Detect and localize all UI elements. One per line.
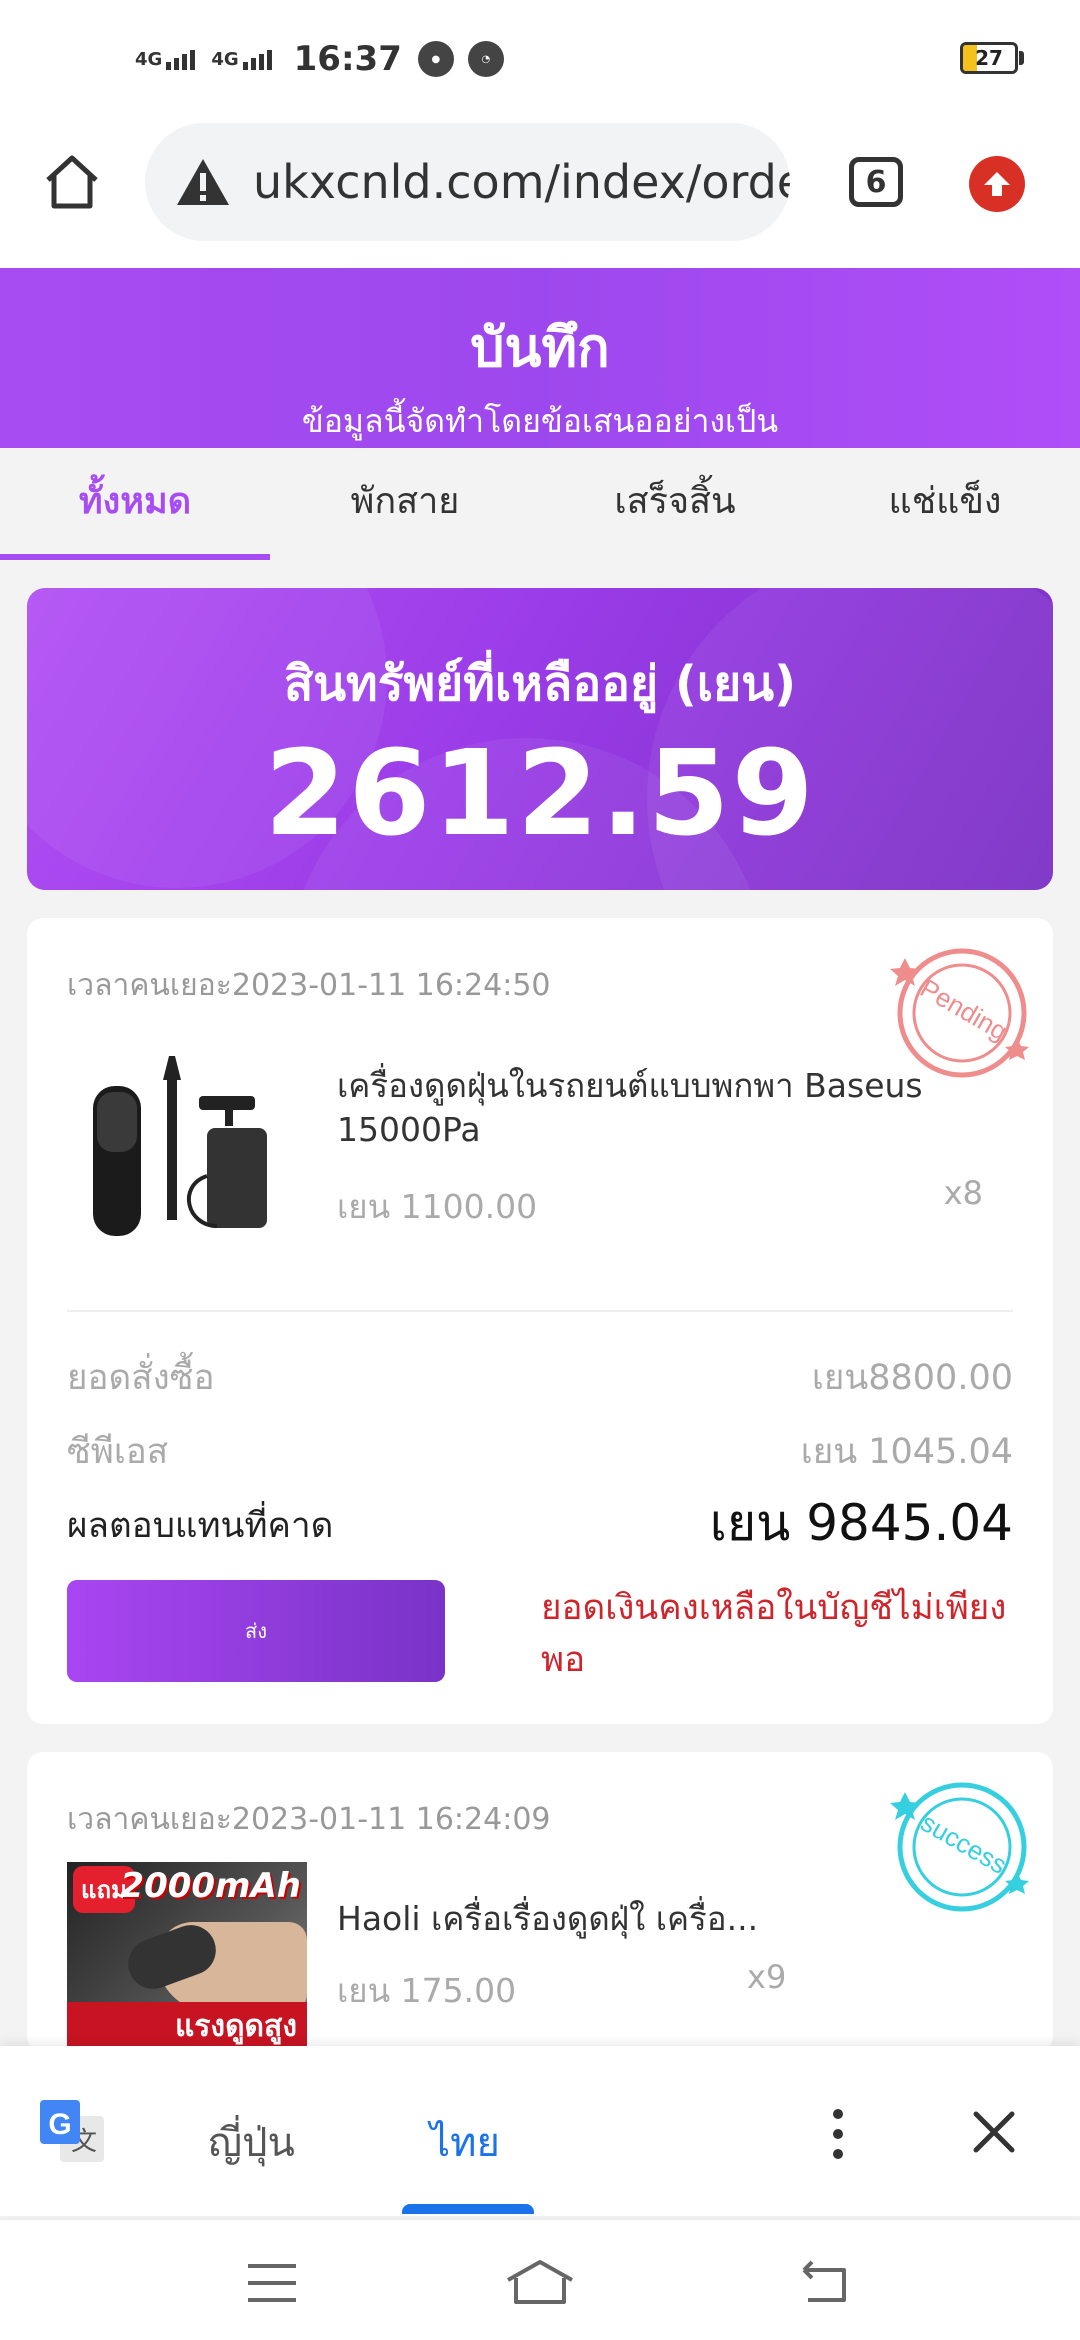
source-language-option[interactable]: ญี่ปุ่น <box>208 2110 295 2174</box>
tab-on-hold[interactable]: พักสาย <box>270 448 540 560</box>
order-card: เวลาคนเยอะ2023-01-11 16:24:50 Pending เค… <box>27 918 1053 1724</box>
success-stamp-icon: success <box>890 1782 1029 1912</box>
network-type-2: 4G <box>211 48 239 70</box>
home-icon[interactable] <box>42 152 102 212</box>
order-time: เวลาคนเยอะ2023-01-11 16:24:50 <box>67 968 551 1003</box>
divider <box>67 1310 1013 1312</box>
expected-return-value: เยน 9845.04 <box>709 1494 1013 1552</box>
line-app-icon: ● <box>417 41 454 77</box>
page-subtitle: ข้อมูลนี้จัดทำโดยข้อเสนออย่างเป็น <box>301 402 779 440</box>
back-icon[interactable] <box>794 2258 854 2308</box>
product-name: เครื่องดูดฝุ่นในรถยนต์แบบพกพา Baseus 150… <box>337 1066 923 1149</box>
product-name: Haoli เครื่อเรื่องดูดฝุ่ใ เครื่อ... <box>337 1899 759 1938</box>
signal-icon: 4G <box>135 48 196 70</box>
svg-text:G: G <box>48 2108 71 2141</box>
battery-icon: 27 <box>960 42 1018 74</box>
product-image: แถม 2000mAh แรงดูดสูง <box>67 1862 307 2052</box>
tab-all[interactable]: ทั้งหมด <box>0 448 270 560</box>
insufficient-balance-warning: ยอดเงินคงเหลือในบัญชีไม่เพียงพอ <box>541 1588 1007 1680</box>
tab-frozen[interactable]: แช่แข็ง <box>810 448 1080 560</box>
order-card: เวลาคนเยอะ2023-01-11 16:24:09 success แถ… <box>27 1752 1053 2052</box>
battery-level: 27 <box>975 46 1003 70</box>
system-nav-bar <box>0 2218 1080 2340</box>
product-image <box>93 1056 267 1236</box>
tab-switcher-button[interactable]: 6 <box>849 157 903 207</box>
page-title: บันทึก <box>470 316 610 379</box>
menu-icon[interactable] <box>242 2258 302 2308</box>
status-time: 16:37 <box>293 39 402 79</box>
network-type: 4G <box>135 48 163 70</box>
stamp-text: success <box>916 1807 1012 1880</box>
balance-value: 2612.59 <box>264 724 816 862</box>
image-capacity: 2000mAh <box>120 1866 301 1906</box>
status-bar: 4G 4G 16:37 ● ◔ 27 <box>0 0 1080 118</box>
product-price: เยน 175.00 <box>337 1971 517 2010</box>
warning-icon <box>177 159 229 205</box>
update-icon[interactable] <box>969 156 1025 212</box>
order-total-row: ยอดสั่งซื้อ เยน8800.00 <box>67 1350 1013 1405</box>
product-quantity: x9 <box>747 1958 787 1996</box>
product-quantity: x8 <box>943 1174 983 1212</box>
balance-label: สินทรัพย์ที่เหลืออยู่ (เยน) <box>283 656 797 712</box>
cps-value: เยน 1045.04 <box>800 1432 1013 1472</box>
active-language-indicator <box>402 2204 534 2214</box>
translate-bar: 文 G ญี่ปุ่น ไทย <box>0 2046 1080 2216</box>
target-language-option[interactable]: ไทย <box>430 2110 500 2174</box>
product-price: เยน 1100.00 <box>337 1187 538 1226</box>
signal-icon-2: 4G <box>211 48 272 70</box>
browser-toolbar: ukxcnld.com/index/orde 6 <box>0 118 1080 268</box>
close-icon[interactable] <box>970 2108 1018 2156</box>
expected-return-label: ผลตอบแทนที่คาด <box>67 1506 334 1546</box>
tab-completed[interactable]: เสร็จสิ้น <box>540 448 810 560</box>
cps-row: ซีพีเอส เยน 1045.04 <box>67 1424 1013 1479</box>
expected-return-row: ผลตอบแทนที่คาด เยน 9845.04 <box>67 1494 1013 1563</box>
order-time: เวลาคนเยอะ2023-01-11 16:24:09 <box>67 1802 551 1837</box>
cps-label: ซีพีเอส <box>67 1432 169 1472</box>
more-options-icon[interactable] <box>826 2106 850 2162</box>
address-bar[interactable]: ukxcnld.com/index/orde <box>145 123 790 241</box>
page-header: บันทึก ข้อมูลนี้จัดทำโดยข้อเสนออย่างเป็น <box>0 268 1080 448</box>
submit-button[interactable]: ส่ง <box>67 1580 445 1682</box>
order-total-value: เยน8800.00 <box>811 1358 1013 1398</box>
balance-card: สินทรัพย์ที่เหลืออยู่ (เยน) 2612.59 <box>27 588 1053 890</box>
home-nav-icon[interactable] <box>504 2258 576 2308</box>
image-caption: แรงดูดสูง <box>67 2002 307 2052</box>
order-tabs: ทั้งหมด พักสาย เสร็จสิ้น แช่แข็ง <box>0 448 1080 560</box>
order-total-label: ยอดสั่งซื้อ <box>67 1358 215 1398</box>
google-translate-icon[interactable]: 文 G <box>38 2098 106 2166</box>
speed-icon: ◔ <box>467 41 504 77</box>
url-text: ukxcnld.com/index/orde <box>253 155 790 209</box>
